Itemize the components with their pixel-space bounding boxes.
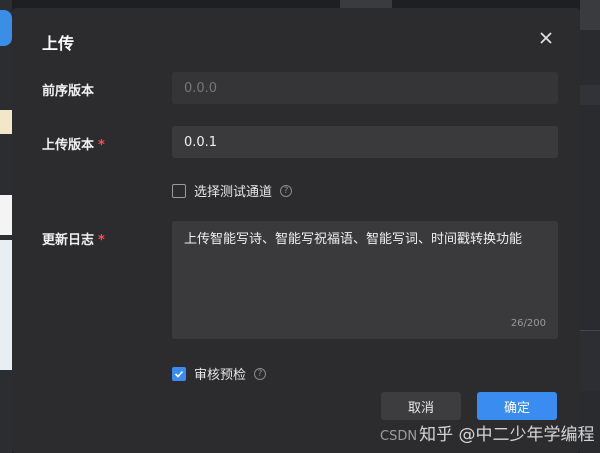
- required-mark: *: [98, 233, 105, 248]
- audit-precheck-checkbox[interactable]: [172, 366, 186, 381]
- cancel-button[interactable]: 取消: [381, 392, 461, 420]
- prev-version-input: [172, 72, 558, 104]
- check-icon: [174, 370, 184, 378]
- help-circle-icon[interactable]: ?: [254, 367, 267, 380]
- confirm-button[interactable]: 确定: [477, 392, 557, 420]
- changelog-text: 上传智能写诗、智能写祝福语、智能写词、时间戳转换功能: [184, 232, 523, 247]
- test-channel-checkbox[interactable]: [172, 183, 186, 198]
- watermark: CSDN 知乎 @中二少年学编程: [380, 420, 594, 445]
- csdn-watermark: CSDN: [380, 429, 418, 444]
- upload-version-label: 上传版本 *: [42, 138, 105, 153]
- background-left-panel: [0, 0, 12, 453]
- changelog-label: 更新日志 *: [42, 233, 105, 248]
- background-strip: [0, 195, 12, 235]
- char-counter: 26/200: [510, 318, 546, 329]
- test-channel-row: 选择测试通道 ?: [172, 181, 293, 200]
- audit-precheck-row: 审核预检 ?: [172, 364, 267, 383]
- background-panel: [580, 330, 600, 391]
- required-mark: *: [98, 138, 105, 153]
- test-channel-label[interactable]: 选择测试通道: [194, 181, 272, 200]
- background-avatar: [0, 10, 12, 46]
- background-tab: [580, 85, 600, 105]
- upload-dialog: 上传 前序版本 上传版本* 选择测试通道 ? 更新日志* 上传智能写诗、智能写祝…: [12, 8, 580, 453]
- background-tab: [580, 0, 600, 30]
- changelog-textarea[interactable]: 上传智能写诗、智能写祝福语、智能写词、时间戳转换功能 26/200: [172, 221, 558, 339]
- audit-precheck-label[interactable]: 审核预检: [194, 364, 246, 383]
- upload-version-input[interactable]: [172, 126, 558, 158]
- background-right-panel: [580, 0, 600, 453]
- close-icon[interactable]: [538, 30, 554, 46]
- prev-version-label: 前序版本: [42, 84, 95, 99]
- help-circle-icon[interactable]: ?: [280, 184, 293, 197]
- dialog-title: 上传: [42, 34, 75, 53]
- background-tab: [340, 0, 392, 8]
- background-strip: [0, 240, 12, 370]
- background-strip: [0, 110, 12, 134]
- zhihu-watermark: 知乎 @中二少年学编程: [419, 425, 595, 445]
